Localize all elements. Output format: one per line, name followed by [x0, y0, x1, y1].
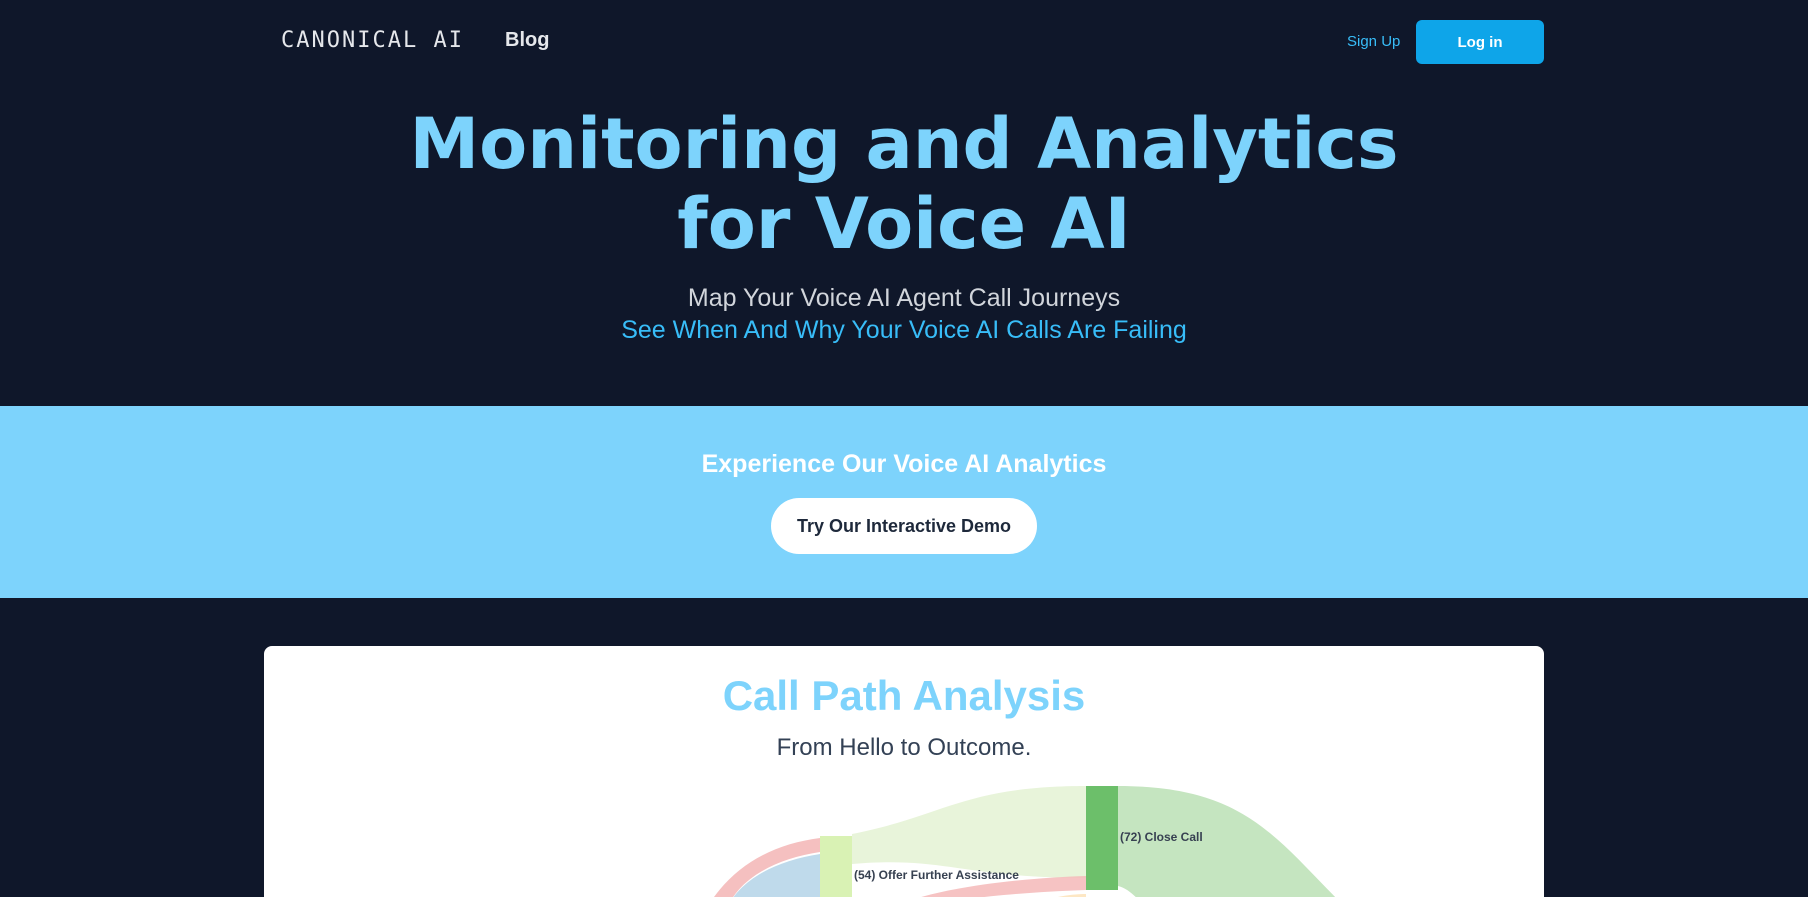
cta-section: Experience Our Voice AI Analytics Try Ou… [0, 406, 1808, 598]
hero-title: Monitoring and Analytics for Voice AI [0, 104, 1808, 264]
call-path-subtitle: From Hello to Outcome. [776, 734, 1032, 761]
hero-tagline: See When And Why Your Voice AI Calls Are… [621, 316, 1187, 344]
call-path-card: (54) Offer Further Assistance (72) Close… [264, 646, 1544, 897]
sign-up-link[interactable]: Sign Up [1347, 33, 1400, 50]
hero-title-line2: for Voice AI [677, 183, 1131, 265]
sankey-label-offer-further-assistance: (54) Offer Further Assistance [854, 868, 1019, 882]
sankey-flow [852, 786, 1086, 878]
logo[interactable]: CANONICAL AI [281, 28, 464, 53]
hero-subtitle: Map Your Voice AI Agent Call Journeys [687, 284, 1121, 312]
sankey-label-close-call: (72) Close Call [1120, 830, 1203, 844]
log-in-button[interactable]: Log in [1416, 20, 1544, 64]
sankey-node-close-call [1086, 786, 1118, 890]
try-demo-button[interactable]: Try Our Interactive Demo [771, 498, 1037, 554]
hero-title-line1: Monitoring and Analytics [409, 103, 1399, 185]
cta-heading: Experience Our Voice AI Analytics [701, 450, 1107, 478]
navbar: CANONICAL AI Blog Sign Up Log in [0, 0, 1808, 84]
hero-section: Monitoring and Analytics for Voice AI Ma… [0, 84, 1808, 406]
sankey-node-offer-further-assistance [820, 836, 852, 897]
nav-link-blog[interactable]: Blog [505, 29, 549, 52]
call-path-title: Call Path Analysis [722, 672, 1086, 719]
